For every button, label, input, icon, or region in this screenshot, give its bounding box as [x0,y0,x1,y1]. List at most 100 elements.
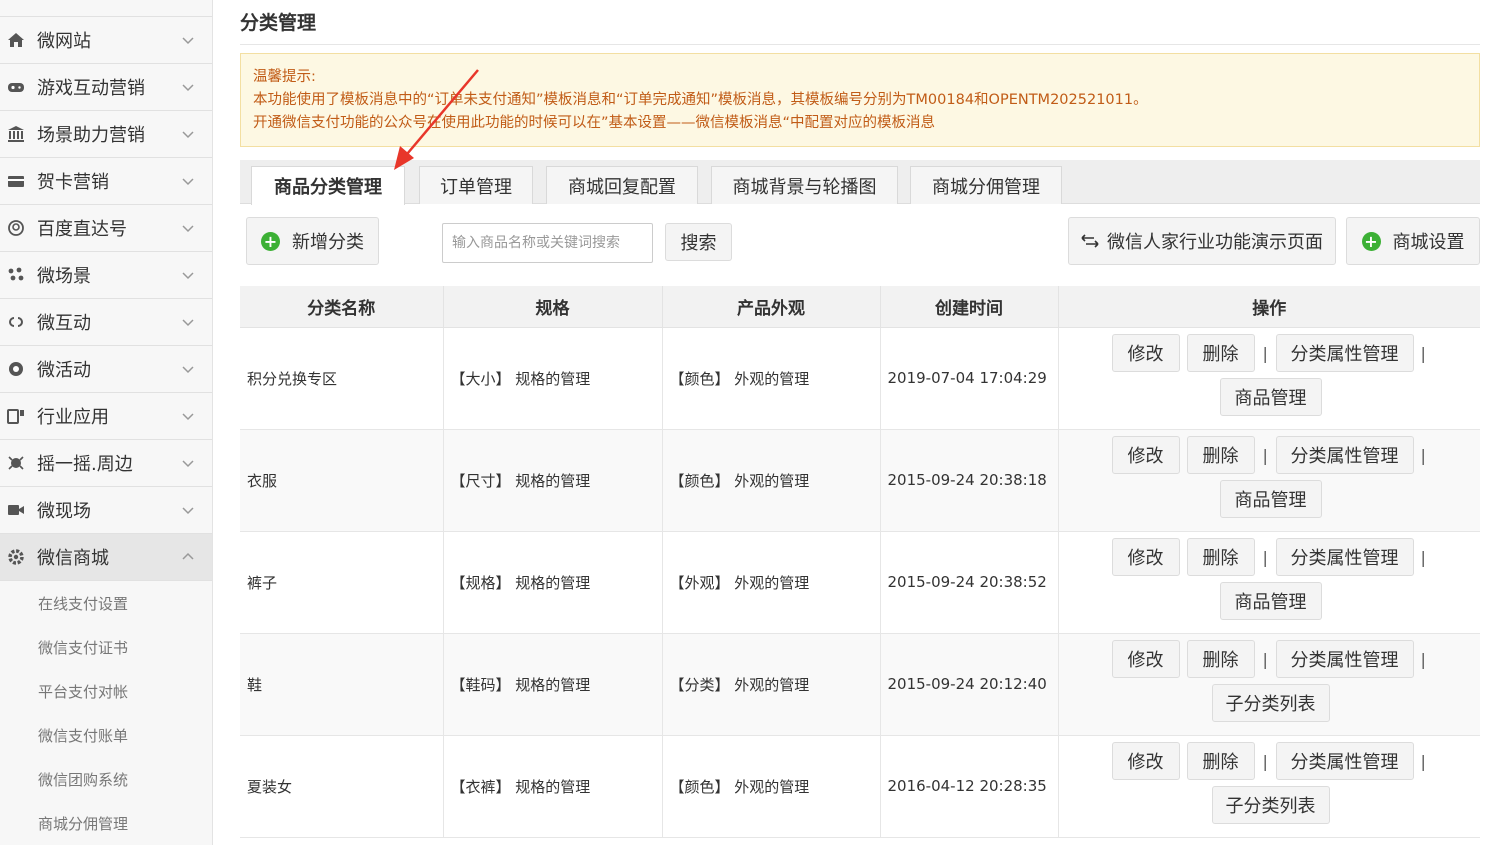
table-row: 积分兑换专区 【大小】 规格的管理 【颜色】 外观的管理 2019-07-04 17:… [240,327,1480,430]
sidebar-item-micro-activity[interactable]: 微活动 [0,346,212,393]
separator: | [1262,649,1268,669]
sidebar-item-micro-scene[interactable]: 微场景 [0,252,212,299]
operations-cell: 修改 删除 | 分类属性管理 | 商品管理 [1058,327,1480,430]
apps-icon [7,407,25,425]
appearance-link[interactable]: 【颜色】 外观的管理 [662,735,881,838]
row-action-button[interactable]: 商品管理 [1219,377,1322,416]
appearance-link[interactable]: 【分类】 外观的管理 [662,633,881,736]
category-attr-button[interactable]: 分类属性管理 [1275,741,1414,780]
category-attr-button[interactable]: 分类属性管理 [1275,333,1414,372]
mall-settings-label: 商城设置 [1392,232,1465,253]
sidebar-item-label: 微互动 [37,313,91,334]
category-attr-button[interactable]: 分类属性管理 [1275,435,1414,474]
created-time: 2019-07-04 17:04:29 [880,327,1059,430]
chevron-down-icon [182,413,194,421]
appearance-link[interactable]: 【颜色】 外观的管理 [662,327,881,430]
home-icon [7,31,25,49]
chevron-up-icon [182,552,194,560]
sidebar-item-baidu[interactable]: 百度直达号 [0,205,212,252]
sidebar-subitem-pay-bill[interactable]: 微信支付账单 [0,713,212,757]
sidebar-item-card-marketing[interactable]: 贺卡营销 [0,158,212,205]
sidebar-subitem-group-buy[interactable]: 微信团购系统 [0,757,212,801]
edit-button[interactable]: 修改 [1111,333,1180,372]
sidebar-item-micro-site[interactable]: 微网站 [0,17,212,64]
delete-button[interactable]: 删除 [1186,741,1255,780]
delete-button[interactable]: 删除 [1186,333,1255,372]
sidebar-subitem-online-pay[interactable]: 在线支付设置 [0,581,212,625]
table-header-row: 分类名称 规格 产品外观 创建时间 操作 [240,286,1480,328]
chevron-down-icon [182,84,194,92]
operations-cell: 修改 删除 | 分类属性管理 | 子分类列表 [1058,633,1480,736]
tab-reply-config[interactable]: 商城回复配置 [546,166,698,204]
chevron-down-icon [182,319,194,327]
delete-button[interactable]: 删除 [1186,537,1255,576]
spec-link[interactable]: 【衣裤】 规格的管理 [443,735,663,838]
row-action-button[interactable]: 商品管理 [1219,581,1322,620]
chevron-down-icon [182,37,194,45]
category-name: 积分兑换专区 [240,327,444,430]
edit-button[interactable]: 修改 [1111,537,1180,576]
sidebar-item-label: 百度直达号 [37,219,127,240]
tab-background-carousel[interactable]: 商城背景与轮播图 [711,166,898,204]
shake-icon [7,454,25,472]
category-attr-button[interactable]: 分类属性管理 [1275,537,1414,576]
link-icon [7,313,25,331]
edit-button[interactable]: 修改 [1111,435,1180,474]
spec-link[interactable]: 【尺寸】 规格的管理 [443,429,663,532]
mall-settings-button[interactable]: + 商城设置 [1346,217,1480,265]
operations-cell: 修改 删除 | 分类属性管理 | 商品管理 [1058,429,1480,532]
row-action-button[interactable]: 商品管理 [1219,479,1322,518]
category-attr-button[interactable]: 分类属性管理 [1275,639,1414,678]
sidebar-item-shake[interactable]: 摇一摇.周边 [0,440,212,487]
sidebar-item-label: 微场景 [37,266,91,287]
table-row: 衣服 【尺寸】 规格的管理 【颜色】 外观的管理 2015-09-24 20:38:1… [240,429,1480,532]
created-time: 2015-09-24 20:38:52 [880,531,1059,634]
sidebar-item-micro-interact[interactable]: 微互动 [0,299,212,346]
annotation-arrow [394,69,479,170]
search-input[interactable] [442,223,653,263]
delete-button[interactable]: 删除 [1186,639,1255,678]
appearance-link[interactable]: 【外观】 外观的管理 [662,531,881,634]
spec-link[interactable]: 【大小】 规格的管理 [443,327,663,430]
delete-button[interactable]: 删除 [1186,435,1255,474]
row-action-button[interactable]: 子分类列表 [1211,683,1330,722]
gear-icon [7,548,25,566]
category-name: 衣服 [240,429,444,532]
spec-link[interactable]: 【规格】 规格的管理 [443,531,663,634]
table-row: 鞋【鞋码】 规格的管理 【分类】 外观的管理 2015-09-24 20:12:40… [240,633,1480,736]
tab-commission[interactable]: 商城分佣管理 [910,166,1062,204]
spec-link[interactable]: 【鞋码】 规格的管理 [443,633,663,736]
gamepad-icon [7,78,25,96]
separator: | [1420,547,1426,567]
chevron-down-icon [182,131,194,139]
row-action-button[interactable]: 子分类列表 [1211,785,1330,824]
video-icon [7,501,25,519]
add-category-button[interactable]: + 新增分类 [246,217,379,265]
appearance-link[interactable]: 【颜色】 外观的管理 [662,429,881,532]
sidebar-subitem-reconcile[interactable]: 平台支付对帐 [0,669,212,713]
add-category-label: 新增分类 [292,232,364,253]
sidebar-item-label: 行业应用 [37,407,109,428]
bank-icon [7,125,25,143]
sidebar-subitem-pay-cert[interactable]: 微信支付证书 [0,625,212,669]
operations-cell: 修改 删除 | 分类属性管理 | 商品管理 [1058,531,1480,634]
sidebar-item-wechat-mall[interactable]: 微信商城 [0,534,212,581]
edit-button[interactable]: 修改 [1111,639,1180,678]
sidebar-item-micro-live[interactable]: 微现场 [0,487,212,534]
separator: | [1420,649,1426,669]
sidebar-subitem-commission[interactable]: 商城分佣管理 [0,801,212,845]
column-header: 规格 [443,286,663,328]
plus-icon: + [261,231,280,251]
sidebar-item-label: 游戏互动营销 [37,78,145,99]
sidebar-item-scene-marketing[interactable]: 场景助力营销 [0,111,212,158]
separator: | [1262,343,1268,363]
sidebar-item-industry-apps[interactable]: 行业应用 [0,393,212,440]
demo-page-button[interactable]: 微信人家行业功能演示页面 [1068,217,1336,265]
sidebar-item-game-marketing[interactable]: 游戏互动营销 [0,64,212,111]
sidebar-item-label: 微信商城 [37,548,109,569]
search-button[interactable]: 搜索 [665,223,732,261]
sidebar-item-partial[interactable] [0,0,212,17]
operations-cell: 修改 删除 | 分类属性管理 | 子分类列表 [1058,735,1480,838]
edit-button[interactable]: 修改 [1111,741,1180,780]
sidebar-item-label: 摇一摇.周边 [37,454,133,475]
